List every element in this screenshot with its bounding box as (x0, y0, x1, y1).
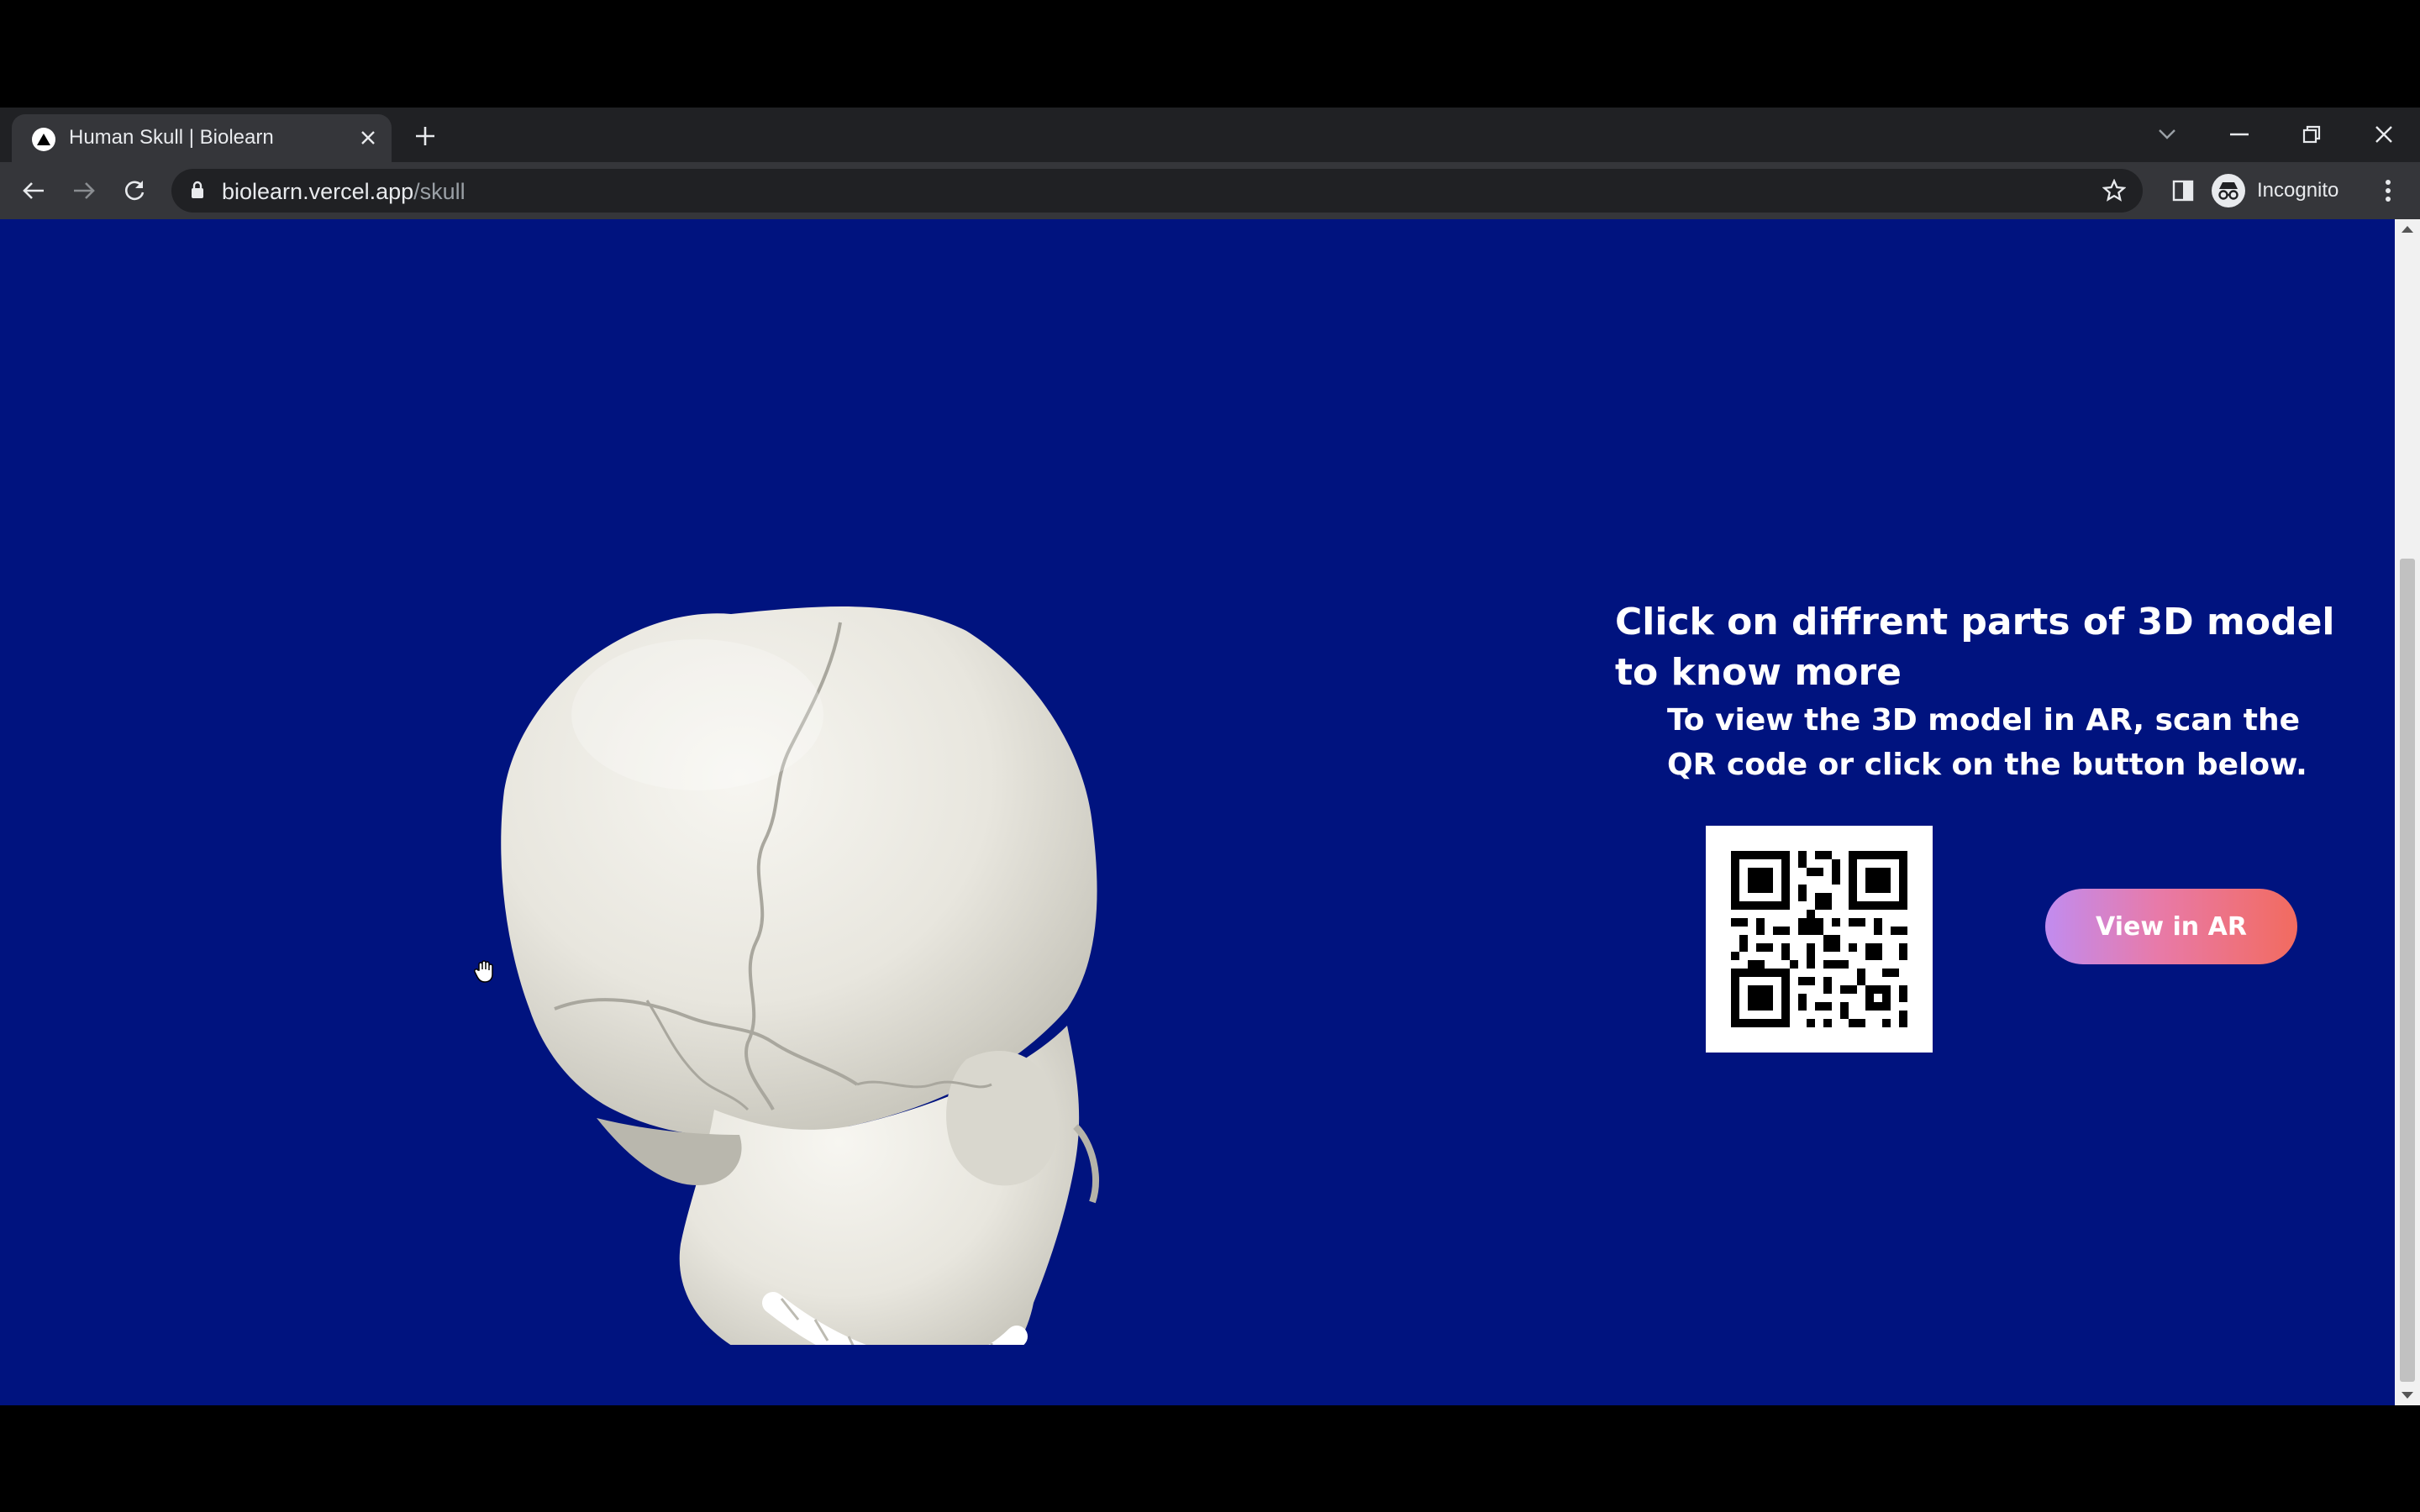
kebab-menu-icon[interactable] (2370, 172, 2407, 209)
tab-search-chevron-down-icon[interactable] (2146, 116, 2188, 153)
scrollbar-thumb[interactable] (2400, 559, 2415, 1382)
address-bar[interactable]: biolearn.vercel.app/skull (171, 169, 2143, 213)
vercel-favicon-icon (32, 128, 55, 151)
incognito-profile-button[interactable]: Incognito (2212, 172, 2338, 209)
url-text: biolearn.vercel.app/skull (222, 179, 466, 205)
browser-tab-active[interactable]: Human Skull | Biolearn (12, 114, 392, 162)
grab-hand-cursor-icon (474, 960, 496, 988)
bookmark-star-icon[interactable] (2101, 177, 2128, 204)
scroll-up-arrow-icon[interactable] (2402, 226, 2413, 233)
view-in-ar-button[interactable]: View in AR (2045, 889, 2297, 964)
close-window-icon[interactable] (2363, 116, 2405, 153)
qr-code (1706, 826, 1933, 1053)
incognito-icon (2212, 174, 2245, 207)
skull-3d-model[interactable] (378, 354, 1235, 1345)
back-arrow-icon[interactable] (15, 172, 52, 209)
ar-instructions: To view the 3D model in AR, scan the QR … (1667, 703, 2307, 782)
minimize-window-icon[interactable] (2218, 116, 2260, 153)
new-tab-plus-icon[interactable] (408, 119, 442, 153)
forward-arrow-icon[interactable] (66, 172, 103, 209)
browser-tab-strip: Human Skull | Biolearn (0, 108, 2420, 162)
restore-window-icon[interactable] (2291, 116, 2333, 153)
side-panel-icon[interactable] (2165, 172, 2202, 209)
page-scrollbar[interactable] (2395, 219, 2420, 1405)
tab-title: Human Skull | Biolearn (69, 126, 274, 149)
url-host: biolearn.vercel.app (222, 179, 414, 204)
reload-icon[interactable] (116, 172, 153, 209)
page-heading: Click on diffrent parts of 3D model to k… (1615, 601, 2335, 694)
scroll-down-arrow-icon[interactable] (2402, 1392, 2413, 1399)
browser-toolbar: biolearn.vercel.app/skull Incognito (0, 162, 2420, 219)
page-viewport: Click on diffrent parts of 3D model to k… (0, 219, 2395, 1405)
screen: Human Skull | Biolearn biolearn.vercel.a… (0, 0, 2420, 1512)
lock-icon (190, 181, 205, 203)
tab-close-icon[interactable] (353, 123, 383, 153)
url-path: /skull (413, 179, 466, 204)
incognito-label: Incognito (2257, 179, 2339, 202)
